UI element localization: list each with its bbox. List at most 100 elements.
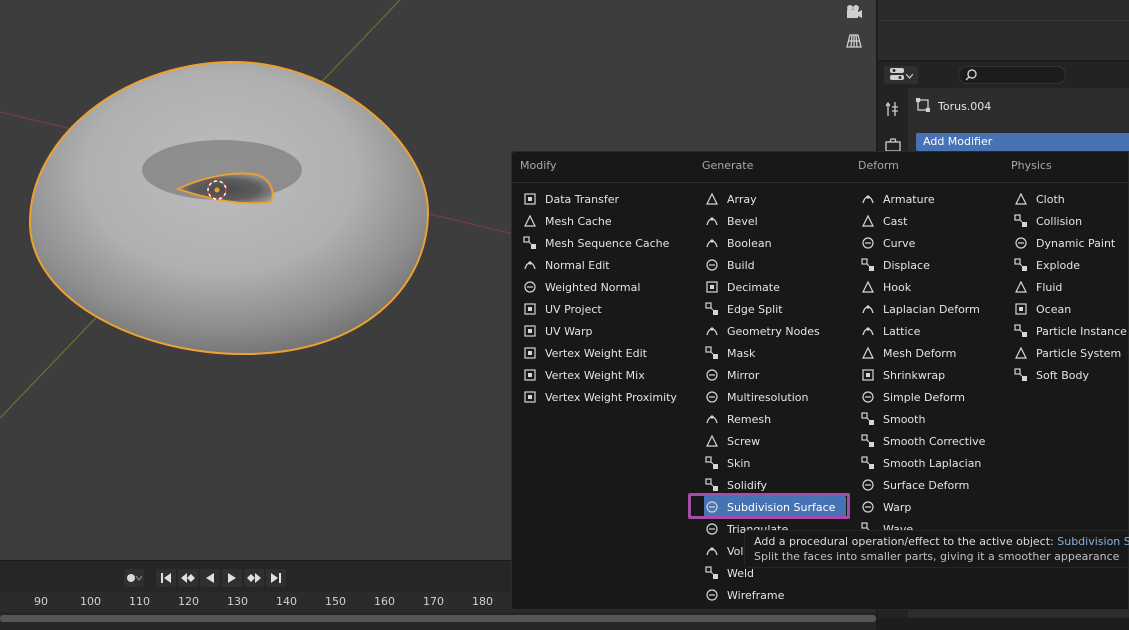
tooltip-operator-name: Subdivision Surface	[1057, 535, 1129, 548]
mask-icon	[704, 345, 720, 361]
editor-type-button[interactable]	[884, 66, 918, 84]
menu-item-curve[interactable]: Curve	[860, 232, 985, 254]
menu-item-bevel[interactable]: Bevel	[704, 210, 846, 232]
menu-item-multiresolution[interactable]: Multiresolution	[704, 386, 846, 408]
menu-item-mesh-sequence-cache[interactable]: Mesh Sequence Cache	[522, 232, 677, 254]
menu-item-label: Surface Deform	[883, 478, 970, 492]
menu-item-label: Wireframe	[727, 588, 785, 602]
menu-item-warp[interactable]: Warp	[860, 496, 985, 518]
add-modifier-button[interactable]: Add Modifier	[916, 133, 1129, 151]
menu-item-simple-deform[interactable]: Simple Deform	[860, 386, 985, 408]
jump-end-icon[interactable]	[266, 569, 286, 587]
menu-item-weighted-normal[interactable]: Weighted Normal	[522, 276, 677, 298]
outliner-area[interactable]	[878, 0, 1129, 60]
menu-item-soft-body[interactable]: Soft Body	[1013, 364, 1127, 386]
menu-item-smooth-corrective[interactable]: Smooth Corrective	[860, 430, 985, 452]
menu-item-edge-split[interactable]: Edge Split	[704, 298, 846, 320]
menu-item-fluid[interactable]: Fluid	[1013, 276, 1127, 298]
menu-item-build[interactable]: Build	[704, 254, 846, 276]
smooth-icon	[860, 455, 876, 471]
menu-item-label: Particle System	[1036, 346, 1122, 360]
menu-item-decimate[interactable]: Decimate	[704, 276, 846, 298]
menu-item-collision[interactable]: Collision	[1013, 210, 1127, 232]
properties-header	[878, 62, 1129, 88]
menu-item-ocean[interactable]: Ocean	[1013, 298, 1127, 320]
menu-item-particle-system[interactable]: Particle System	[1013, 342, 1127, 364]
uv-warp-icon	[522, 323, 538, 339]
menu-item-array[interactable]: Array	[704, 188, 846, 210]
solidify-icon	[704, 477, 720, 493]
tooltip: Add a procedural operation/effect to the…	[744, 530, 1129, 568]
menu-item-cast[interactable]: Cast	[860, 210, 985, 232]
prev-keyframe-icon[interactable]	[178, 569, 198, 587]
simple-deform-icon	[860, 389, 876, 405]
boolean-icon	[704, 235, 720, 251]
menu-item-smooth[interactable]: Smooth	[860, 408, 985, 430]
menu-item-boolean[interactable]: Boolean	[704, 232, 846, 254]
menu-item-mirror[interactable]: Mirror	[704, 364, 846, 386]
camera-view-icon[interactable]	[842, 1, 866, 23]
frame-tick: 120	[178, 595, 199, 608]
play-icon[interactable]	[222, 569, 242, 587]
menu-item-mesh-deform[interactable]: Mesh Deform	[860, 342, 985, 364]
menu-item-data-transfer[interactable]: Data Transfer	[522, 188, 677, 210]
menu-item-laplacian-deform[interactable]: Laplacian Deform	[860, 298, 985, 320]
menu-item-mesh-cache[interactable]: Mesh Cache	[522, 210, 677, 232]
menu-item-vertex-weight-edit[interactable]: Vertex Weight Edit	[522, 342, 677, 364]
frame-tick: 150	[325, 595, 346, 608]
keying-toggle[interactable]	[124, 569, 144, 587]
menu-item-label: Mesh Sequence Cache	[545, 236, 670, 250]
menu-item-remesh[interactable]: Remesh	[704, 408, 846, 430]
menu-item-label: Weighted Normal	[545, 280, 641, 294]
menu-item-vertex-weight-mix[interactable]: Vertex Weight Mix	[522, 364, 677, 386]
multiresolution-icon	[704, 389, 720, 405]
menu-item-hook[interactable]: Hook	[860, 276, 985, 298]
soft-body-icon	[1013, 367, 1029, 383]
menu-item-surface-deform[interactable]: Surface Deform	[860, 474, 985, 496]
menu-item-geometry-nodes[interactable]: Geometry Nodes	[704, 320, 846, 342]
menu-item-label: Shrinkwrap	[883, 368, 946, 382]
tool-tab-icon[interactable]	[884, 100, 902, 118]
menu-item-cloth[interactable]: Cloth	[1013, 188, 1127, 210]
menu-item-uv-project[interactable]: UV Project	[522, 298, 677, 320]
properties-search-input[interactable]	[958, 66, 1066, 84]
frame-tick: 130	[227, 595, 248, 608]
mesh-object-icon	[915, 97, 931, 115]
next-keyframe-icon[interactable]	[244, 569, 264, 587]
menu-item-skin[interactable]: Skin	[704, 452, 846, 474]
menu-item-label: Hook	[883, 280, 912, 294]
menu-item-vertex-weight-proximity[interactable]: Vertex Weight Proximity	[522, 386, 677, 408]
menu-item-label: Normal Edit	[545, 258, 610, 272]
menu-item-label: Cast	[883, 214, 908, 228]
torus-mesh[interactable]	[28, 60, 430, 356]
perspective-grid-icon[interactable]	[842, 30, 866, 52]
menu-item-dynamic-paint[interactable]: Dynamic Paint	[1013, 232, 1127, 254]
menu-item-explode[interactable]: Explode	[1013, 254, 1127, 276]
menu-item-label: Particle Instance	[1036, 324, 1127, 338]
tooltip-line-2: Split the faces into smaller parts, givi…	[754, 550, 1120, 563]
menu-item-displace[interactable]: Displace	[860, 254, 985, 276]
menu-item-label: Curve	[883, 236, 916, 250]
menu-item-normal-edit[interactable]: Normal Edit	[522, 254, 677, 276]
data-transfer-icon	[522, 191, 538, 207]
timeline-scrollbar[interactable]	[0, 615, 876, 622]
menu-item-label: Displace	[883, 258, 930, 272]
menu-item-uv-warp[interactable]: UV Warp	[522, 320, 677, 342]
menu-item-label: Vertex Weight Edit	[545, 346, 647, 360]
menu-item-label: Boolean	[727, 236, 772, 250]
geometry-nodes-icon	[704, 323, 720, 339]
menu-item-lattice[interactable]: Lattice	[860, 320, 985, 342]
frame-tick: 170	[423, 595, 444, 608]
menu-item-armature[interactable]: Armature	[860, 188, 985, 210]
menu-item-particle-instance[interactable]: Particle Instance	[1013, 320, 1127, 342]
menu-header-generate: Generate	[702, 159, 754, 172]
weighted-normal-icon	[522, 279, 538, 295]
menu-item-wireframe[interactable]: Wireframe	[704, 584, 846, 606]
surface-deform-icon	[860, 477, 876, 493]
menu-item-shrinkwrap[interactable]: Shrinkwrap	[860, 364, 985, 386]
menu-item-screw[interactable]: Screw	[704, 430, 846, 452]
play-reverse-icon[interactable]	[200, 569, 220, 587]
menu-item-smooth-laplacian[interactable]: Smooth Laplacian	[860, 452, 985, 474]
jump-start-icon[interactable]	[156, 569, 176, 587]
menu-item-mask[interactable]: Mask	[704, 342, 846, 364]
